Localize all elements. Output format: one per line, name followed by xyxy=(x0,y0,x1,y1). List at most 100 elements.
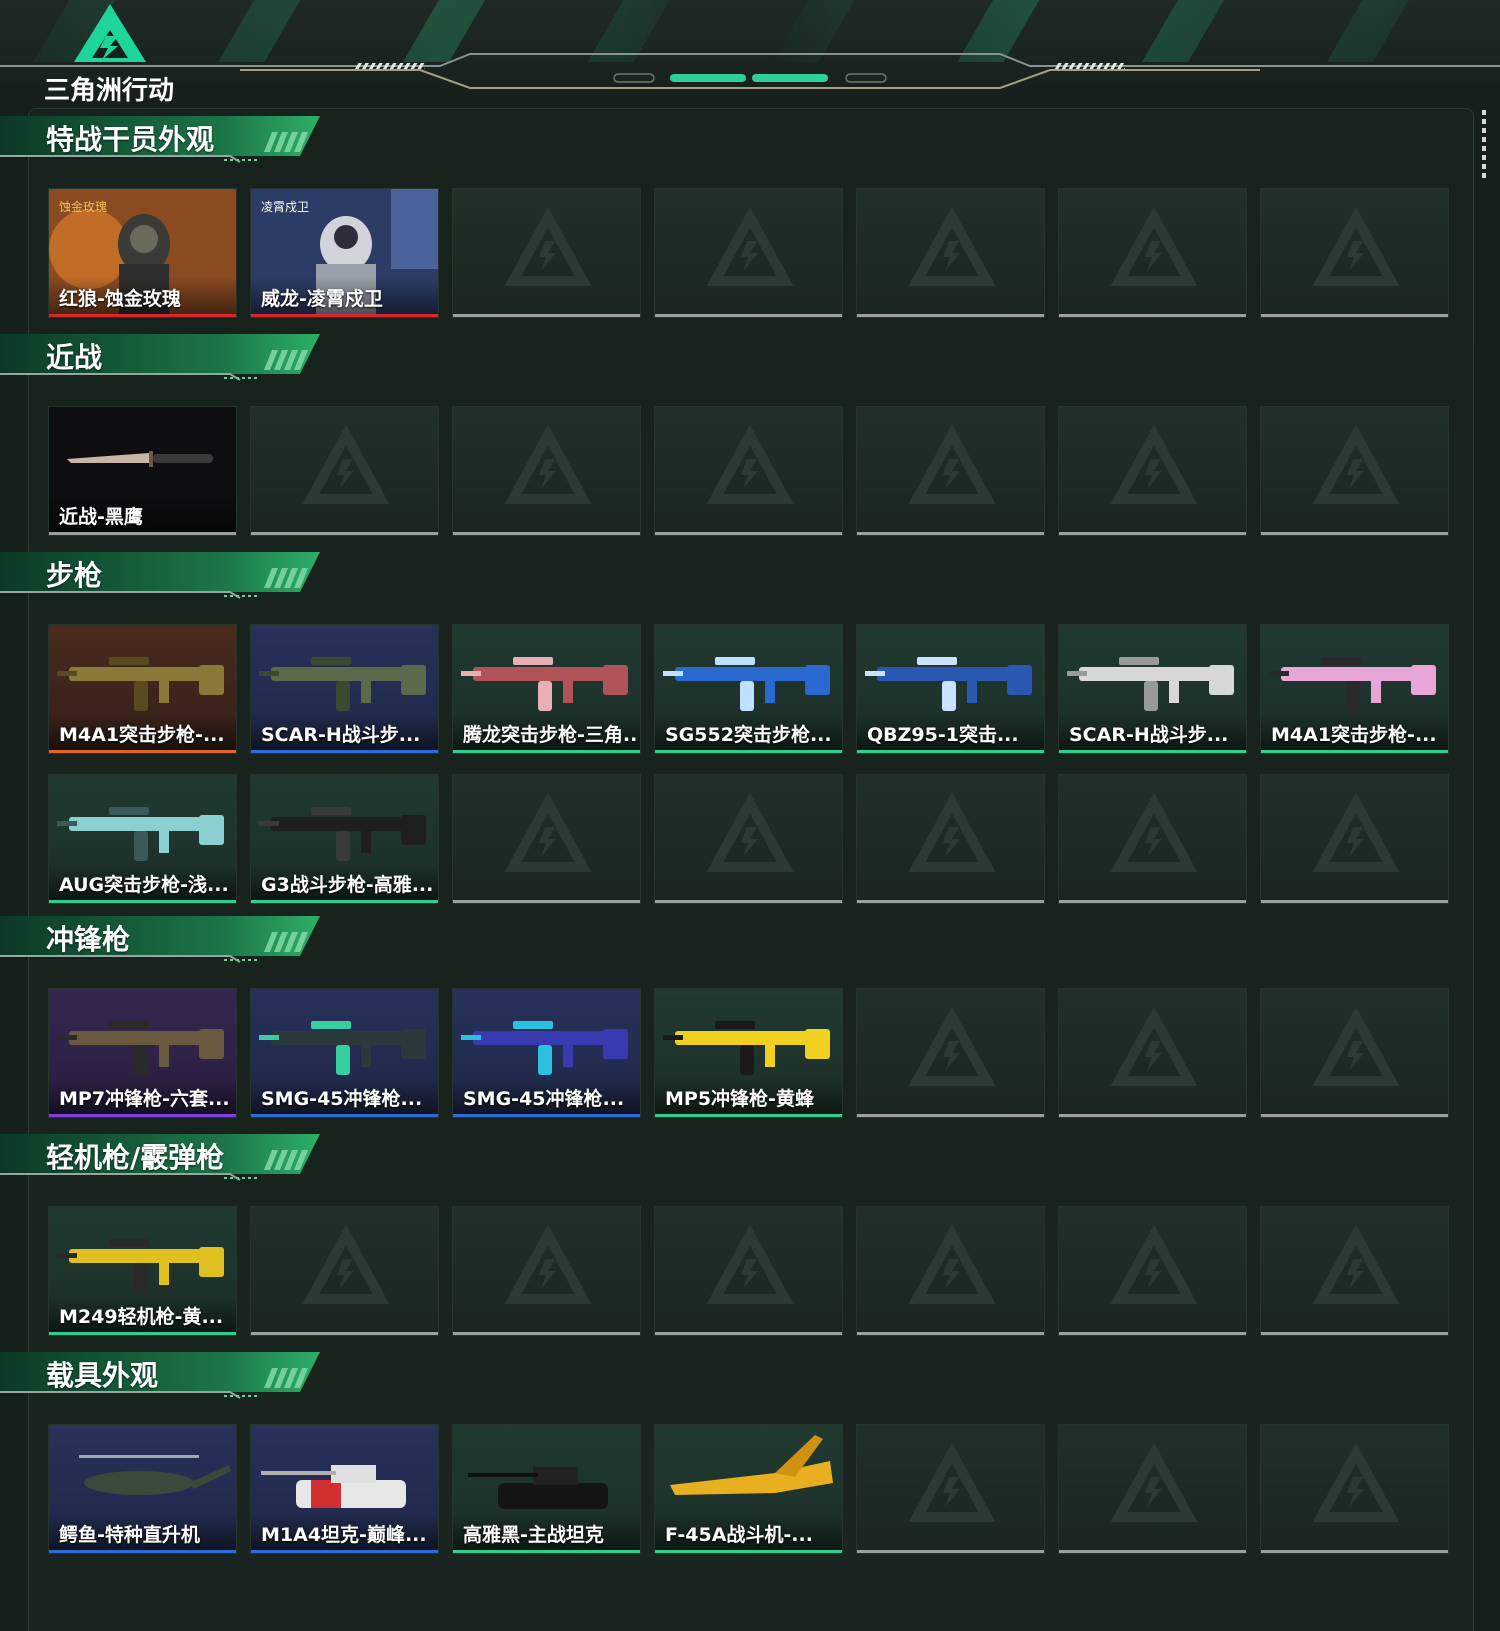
item-card[interactable]: 高雅黑-主战坦克 xyxy=(452,1424,641,1554)
item-card[interactable]: 腾龙突击步枪-三角... xyxy=(452,624,641,754)
slot-underline xyxy=(1059,1332,1246,1335)
rarity-underline xyxy=(453,1550,640,1553)
item-card[interactable]: SMG-45冲锋枪... xyxy=(250,988,439,1118)
section-title: 特战干员外观 xyxy=(46,123,215,156)
section-title: 轻机枪/霰弹枪 xyxy=(46,1141,225,1174)
rarity-underline xyxy=(49,314,236,317)
rarity-underline xyxy=(251,900,438,903)
item-card[interactable]: AUG突击步枪-浅... xyxy=(48,774,237,904)
rarity-underline xyxy=(49,900,236,903)
slot-underline xyxy=(1261,532,1448,535)
brand-name: 三角洲行动 xyxy=(44,76,175,106)
rarity-underline xyxy=(453,750,640,753)
item-label: AUG突击步枪-浅... xyxy=(59,874,229,896)
empty-slot[interactable] xyxy=(654,188,843,318)
section-header: 轻机枪/霰弹枪 xyxy=(0,1130,330,1182)
item-card[interactable]: M249轻机枪-黄... xyxy=(48,1206,237,1336)
item-row: M4A1突击步枪-... SCAR-H战斗步... 腾龙突击步枪-三角... S… xyxy=(48,624,1449,754)
item-card[interactable]: M4A1突击步枪-... xyxy=(48,624,237,754)
slot-underline xyxy=(857,1550,1044,1553)
item-label: SG552突击步枪... xyxy=(665,724,832,746)
item-card[interactable]: 近战-黑鹰 xyxy=(48,406,237,536)
empty-slot[interactable] xyxy=(1260,774,1449,904)
empty-slot[interactable] xyxy=(452,406,641,536)
item-label: F-45A战斗机-... xyxy=(665,1524,813,1546)
item-card[interactable]: F-45A战斗机-... xyxy=(654,1424,843,1554)
top-banner: 三角洲行动 xyxy=(0,0,1500,106)
empty-slot[interactable] xyxy=(1058,1206,1247,1336)
item-label: SMG-45冲锋枪... xyxy=(261,1088,423,1110)
slot-underline xyxy=(655,1332,842,1335)
item-row: 蚀金玫瑰 红狼-蚀金玫瑰 凌霄戍卫 威龙-凌霄戍卫 xyxy=(48,188,1449,318)
item-label: QBZ95-1突击... xyxy=(867,724,1019,746)
rarity-underline xyxy=(251,1114,438,1117)
item-label: 威龙-凌霄戍卫 xyxy=(261,288,383,310)
rarity-underline xyxy=(655,1114,842,1117)
slot-underline xyxy=(1059,314,1246,317)
empty-slot[interactable] xyxy=(452,188,641,318)
rarity-underline xyxy=(1059,750,1246,753)
item-card[interactable]: SMG-45冲锋枪... xyxy=(452,988,641,1118)
section-title: 载具外观 xyxy=(46,1359,159,1392)
empty-slot[interactable] xyxy=(1260,1424,1449,1554)
empty-slot[interactable] xyxy=(856,1424,1045,1554)
empty-slot[interactable] xyxy=(1260,406,1449,536)
slot-underline xyxy=(655,900,842,903)
slot-underline xyxy=(857,1114,1044,1117)
empty-slot[interactable] xyxy=(250,406,439,536)
item-label: M249轻机枪-黄... xyxy=(59,1306,224,1328)
empty-slot[interactable] xyxy=(250,1206,439,1336)
item-label: M4A1突击步枪-... xyxy=(59,724,225,746)
empty-slot[interactable] xyxy=(654,774,843,904)
item-label: M1A4坦克-巅峰... xyxy=(261,1524,427,1546)
slot-underline xyxy=(453,532,640,535)
empty-slot[interactable] xyxy=(1058,774,1247,904)
item-card[interactable]: M4A1突击步枪-... xyxy=(1260,624,1449,754)
item-row: AUG突击步枪-浅... G3战斗步枪-高雅... xyxy=(48,774,1449,904)
item-card[interactable]: M1A4坦克-巅峰... xyxy=(250,1424,439,1554)
item-label: MP5冲锋枪-黄蜂 xyxy=(665,1088,814,1110)
empty-slot[interactable] xyxy=(654,1206,843,1336)
item-label: M4A1突击步枪-... xyxy=(1271,724,1437,746)
slot-underline xyxy=(251,532,438,535)
empty-slot[interactable] xyxy=(1260,988,1449,1118)
section-header: 特战干员外观 xyxy=(0,112,330,164)
empty-slot[interactable] xyxy=(1058,406,1247,536)
item-card[interactable]: 鳄鱼-特种直升机 xyxy=(48,1424,237,1554)
slot-underline xyxy=(1059,1114,1246,1117)
empty-slot[interactable] xyxy=(856,988,1045,1118)
slot-underline xyxy=(251,1332,438,1335)
slot-underline xyxy=(1059,900,1246,903)
item-card[interactable]: 蚀金玫瑰 红狼-蚀金玫瑰 xyxy=(48,188,237,318)
rarity-underline xyxy=(655,750,842,753)
item-label: G3战斗步枪-高雅... xyxy=(261,874,434,896)
item-card[interactable]: MP5冲锋枪-黄蜂 xyxy=(654,988,843,1118)
empty-slot[interactable] xyxy=(856,1206,1045,1336)
section-5: 载具外观鳄鱼-特种直升机 M1A4坦克-巅峰... 高雅黑-主战坦克 F-45A战斗机… xyxy=(0,1348,1500,1554)
empty-slot[interactable] xyxy=(1058,188,1247,318)
slot-underline xyxy=(1059,532,1246,535)
empty-slot[interactable] xyxy=(856,774,1045,904)
section-title: 冲锋枪 xyxy=(46,923,131,956)
empty-slot[interactable] xyxy=(1260,1206,1449,1336)
item-row: 鳄鱼-特种直升机 M1A4坦克-巅峰... 高雅黑-主战坦克 F-45A战斗机-... xyxy=(48,1424,1449,1554)
slot-underline xyxy=(1261,900,1448,903)
item-label: 近战-黑鹰 xyxy=(59,506,143,528)
empty-slot[interactable] xyxy=(1058,988,1247,1118)
section-2: 步枪 M4A1突击步枪-... SCAR-H战斗步... 腾龙突击步枪-三角..… xyxy=(0,548,1500,904)
empty-slot[interactable] xyxy=(452,774,641,904)
item-card[interactable]: 凌霄戍卫 威龙-凌霄戍卫 xyxy=(250,188,439,318)
empty-slot[interactable] xyxy=(452,1206,641,1336)
empty-slot[interactable] xyxy=(1260,188,1449,318)
slot-underline xyxy=(1261,1114,1448,1117)
item-card[interactable]: QBZ95-1突击... xyxy=(856,624,1045,754)
item-card[interactable]: SG552突击步枪... xyxy=(654,624,843,754)
item-card[interactable]: MP7冲锋枪-六套... xyxy=(48,988,237,1118)
empty-slot[interactable] xyxy=(654,406,843,536)
empty-slot[interactable] xyxy=(1058,1424,1247,1554)
item-card[interactable]: SCAR-H战斗步... xyxy=(1058,624,1247,754)
empty-slot[interactable] xyxy=(856,188,1045,318)
item-card[interactable]: G3战斗步枪-高雅... xyxy=(250,774,439,904)
item-card[interactable]: SCAR-H战斗步... xyxy=(250,624,439,754)
empty-slot[interactable] xyxy=(856,406,1045,536)
